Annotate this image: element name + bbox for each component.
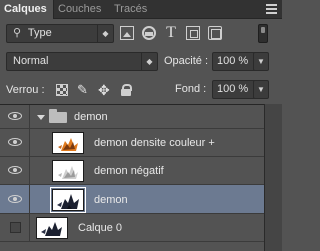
visibility-eye-icon[interactable] xyxy=(8,166,22,174)
lock-move-icon[interactable]: ✥ xyxy=(98,83,110,97)
lock-label: Verrou : xyxy=(6,84,45,96)
tab-traces[interactable]: Tracés xyxy=(110,0,150,19)
layer-row[interactable]: demon négatif xyxy=(0,157,264,185)
layer-name: demon négatif xyxy=(94,165,164,177)
expand-arrow-icon[interactable] xyxy=(37,115,45,120)
layer-thumbnail xyxy=(52,160,84,182)
text-filter-icon[interactable]: T xyxy=(164,25,178,41)
visibility-eye-icon[interactable] xyxy=(8,195,22,203)
tab-couches[interactable]: Couches xyxy=(54,0,110,19)
layer-name: demon xyxy=(94,194,128,206)
layer-name: Calque 0 xyxy=(78,222,123,234)
filter-type-value: Type xyxy=(27,27,52,39)
visibility-eye-icon[interactable] xyxy=(8,112,22,120)
blend-mode-select[interactable]: Normal ◆ xyxy=(6,52,158,71)
layers-scrollbar[interactable] xyxy=(264,104,282,251)
visibility-eye-icon[interactable] xyxy=(8,138,22,146)
filter-toggle-switch[interactable] xyxy=(258,24,268,43)
opacity-label: Opacité : xyxy=(164,55,209,67)
chevron-updown-icon: ◆ xyxy=(97,25,113,42)
fill-label: Fond : xyxy=(175,83,207,95)
layer-name: demon densite couleur + xyxy=(94,137,215,149)
layer-row[interactable]: demon densite couleur + xyxy=(0,129,264,157)
layer-thumbnail xyxy=(52,132,84,154)
blend-mode-value: Normal xyxy=(13,55,49,67)
adjustment-filter-icon[interactable] xyxy=(142,26,156,40)
lock-pixels-icon[interactable] xyxy=(56,84,68,96)
layer-name: demon xyxy=(74,111,108,123)
layer-thumbnail xyxy=(50,187,86,213)
opacity-dropdown-button[interactable]: ▼ xyxy=(253,52,269,71)
layer-filter-select[interactable]: ⚲ Type ◆ xyxy=(6,24,114,43)
layer-row-selected[interactable]: demon xyxy=(0,185,264,214)
lock-brush-icon[interactable]: ✎ xyxy=(77,83,89,96)
folder-icon xyxy=(49,109,67,123)
layer-row-group[interactable]: demon xyxy=(0,105,264,129)
panel-tab-bar: Calques Couches Tracés xyxy=(0,0,282,19)
chevron-updown-icon: ◆ xyxy=(141,53,157,70)
smart-object-filter-icon[interactable] xyxy=(208,26,222,40)
shape-filter-icon[interactable] xyxy=(186,26,200,40)
panel-menu-icon[interactable] xyxy=(266,4,277,14)
search-icon: ⚲ xyxy=(13,27,22,39)
layer-thumbnail xyxy=(36,217,68,239)
visibility-off-box[interactable] xyxy=(10,222,21,233)
layers-list: demon demon densite couleur + demon néga… xyxy=(0,104,282,251)
image-filter-icon[interactable] xyxy=(120,26,134,40)
tab-calques[interactable]: Calques xyxy=(0,0,54,19)
layer-row[interactable]: Calque 0 xyxy=(0,214,264,242)
lock-all-icon[interactable] xyxy=(120,84,132,96)
fill-dropdown-button[interactable]: ▼ xyxy=(253,80,269,99)
